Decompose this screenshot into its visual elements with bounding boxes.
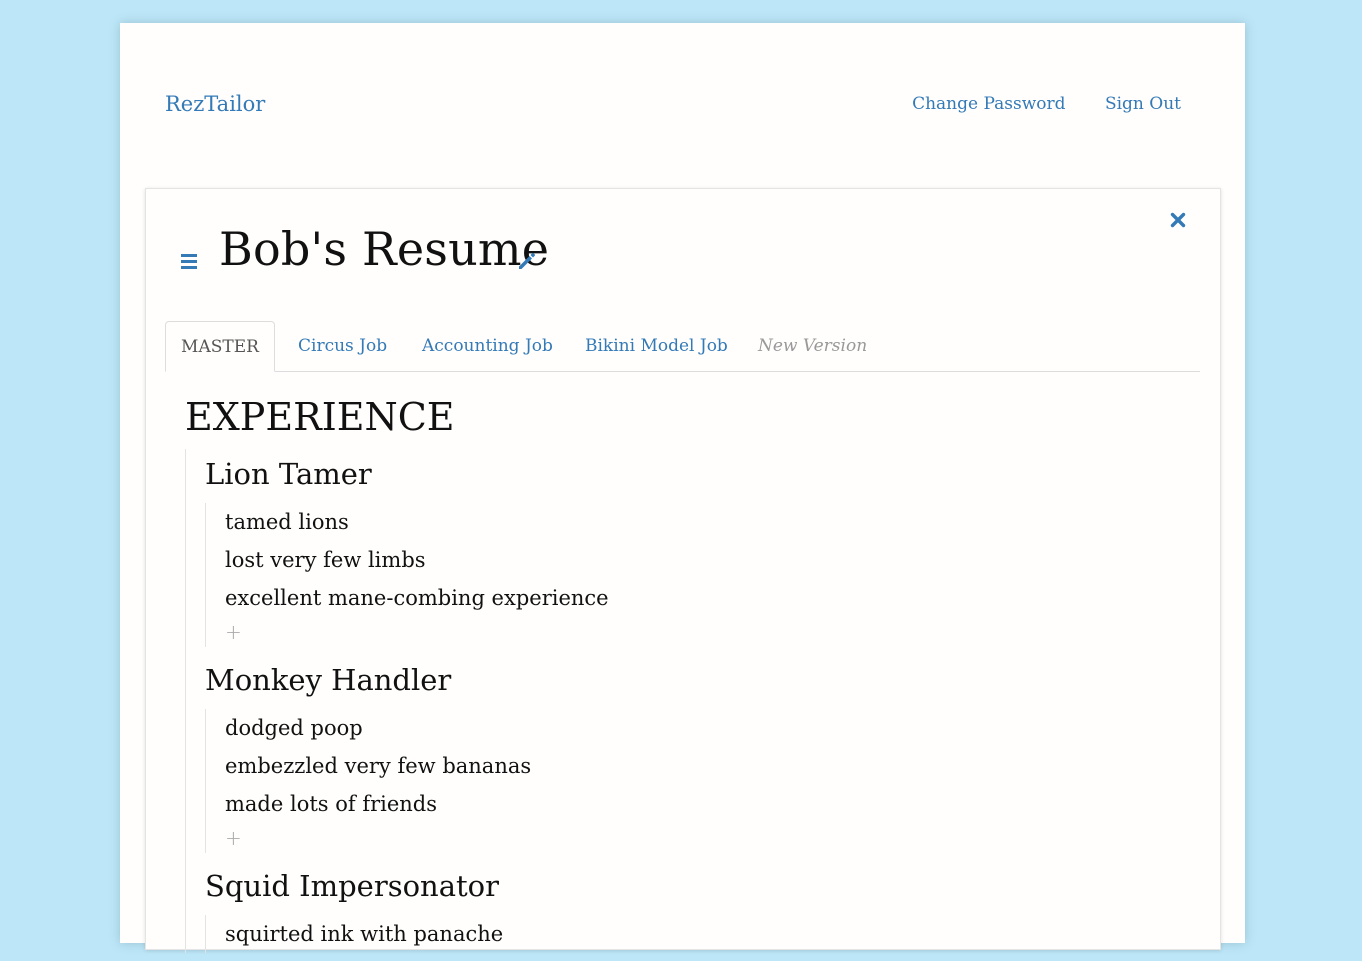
bullet-item[interactable]: lost very few limbs (225, 541, 1200, 579)
tab-accounting-job[interactable]: Accounting Job (422, 321, 553, 371)
add-bullet-button[interactable]: + (225, 823, 1200, 853)
sign-out-link[interactable]: Sign Out (1105, 94, 1181, 114)
bullet-item[interactable]: dodged poop (225, 709, 1200, 747)
change-password-link[interactable]: Change Password (912, 94, 1065, 114)
add-bullet-button[interactable]: + (225, 617, 1200, 647)
top-nav: Change Password Sign Out (878, 94, 1181, 114)
job-entry: Squid Impersonator squirted ink with pan… (205, 861, 1200, 953)
job-bullets: tamed lions lost very few limbs excellen… (205, 503, 1200, 647)
job-entry: Lion Tamer tamed lions lost very few lim… (205, 449, 1200, 647)
menu-icon[interactable] (181, 254, 197, 269)
job-bullets: dodged poop embezzled very few bananas m… (205, 709, 1200, 853)
close-icon[interactable] (1170, 212, 1186, 228)
bullet-item[interactable]: squirted ink with panache (225, 915, 1200, 953)
resume-card: Bob's Resume MASTER Circus Job Accountin… (145, 188, 1221, 953)
tab-circus-job[interactable]: Circus Job (298, 321, 387, 371)
job-title[interactable]: Monkey Handler (205, 655, 1200, 705)
version-tabs: MASTER Circus Job Accounting Job Bikini … (165, 321, 1200, 372)
job-title[interactable]: Lion Tamer (205, 449, 1200, 499)
tab-new-version[interactable]: New Version (758, 321, 867, 371)
bullet-item[interactable]: tamed lions (225, 503, 1200, 541)
job-title[interactable]: Squid Impersonator (205, 861, 1200, 911)
section-title: EXPERIENCE (185, 395, 455, 439)
tab-master[interactable]: MASTER (165, 321, 275, 372)
bullet-item[interactable]: embezzled very few bananas (225, 747, 1200, 785)
resume-content: EXPERIENCE Lion Tamer tamed lions lost v… (185, 389, 1200, 961)
bullet-item[interactable]: made lots of friends (225, 785, 1200, 823)
job-entry: Monkey Handler dodged poop embezzled ver… (205, 655, 1200, 853)
job-bullets: squirted ink with panache (205, 915, 1200, 953)
page-container: RezTailor Change Password Sign Out Bob's… (120, 23, 1245, 953)
resume-title: Bob's Resume (219, 222, 550, 276)
pencil-icon[interactable] (516, 250, 538, 272)
brand-link[interactable]: RezTailor (165, 92, 265, 116)
tab-bikini-model-job[interactable]: Bikini Model Job (585, 321, 728, 371)
bullet-item[interactable]: excellent mane-combing experience (225, 579, 1200, 617)
section-body: Lion Tamer tamed lions lost very few lim… (185, 449, 1200, 953)
